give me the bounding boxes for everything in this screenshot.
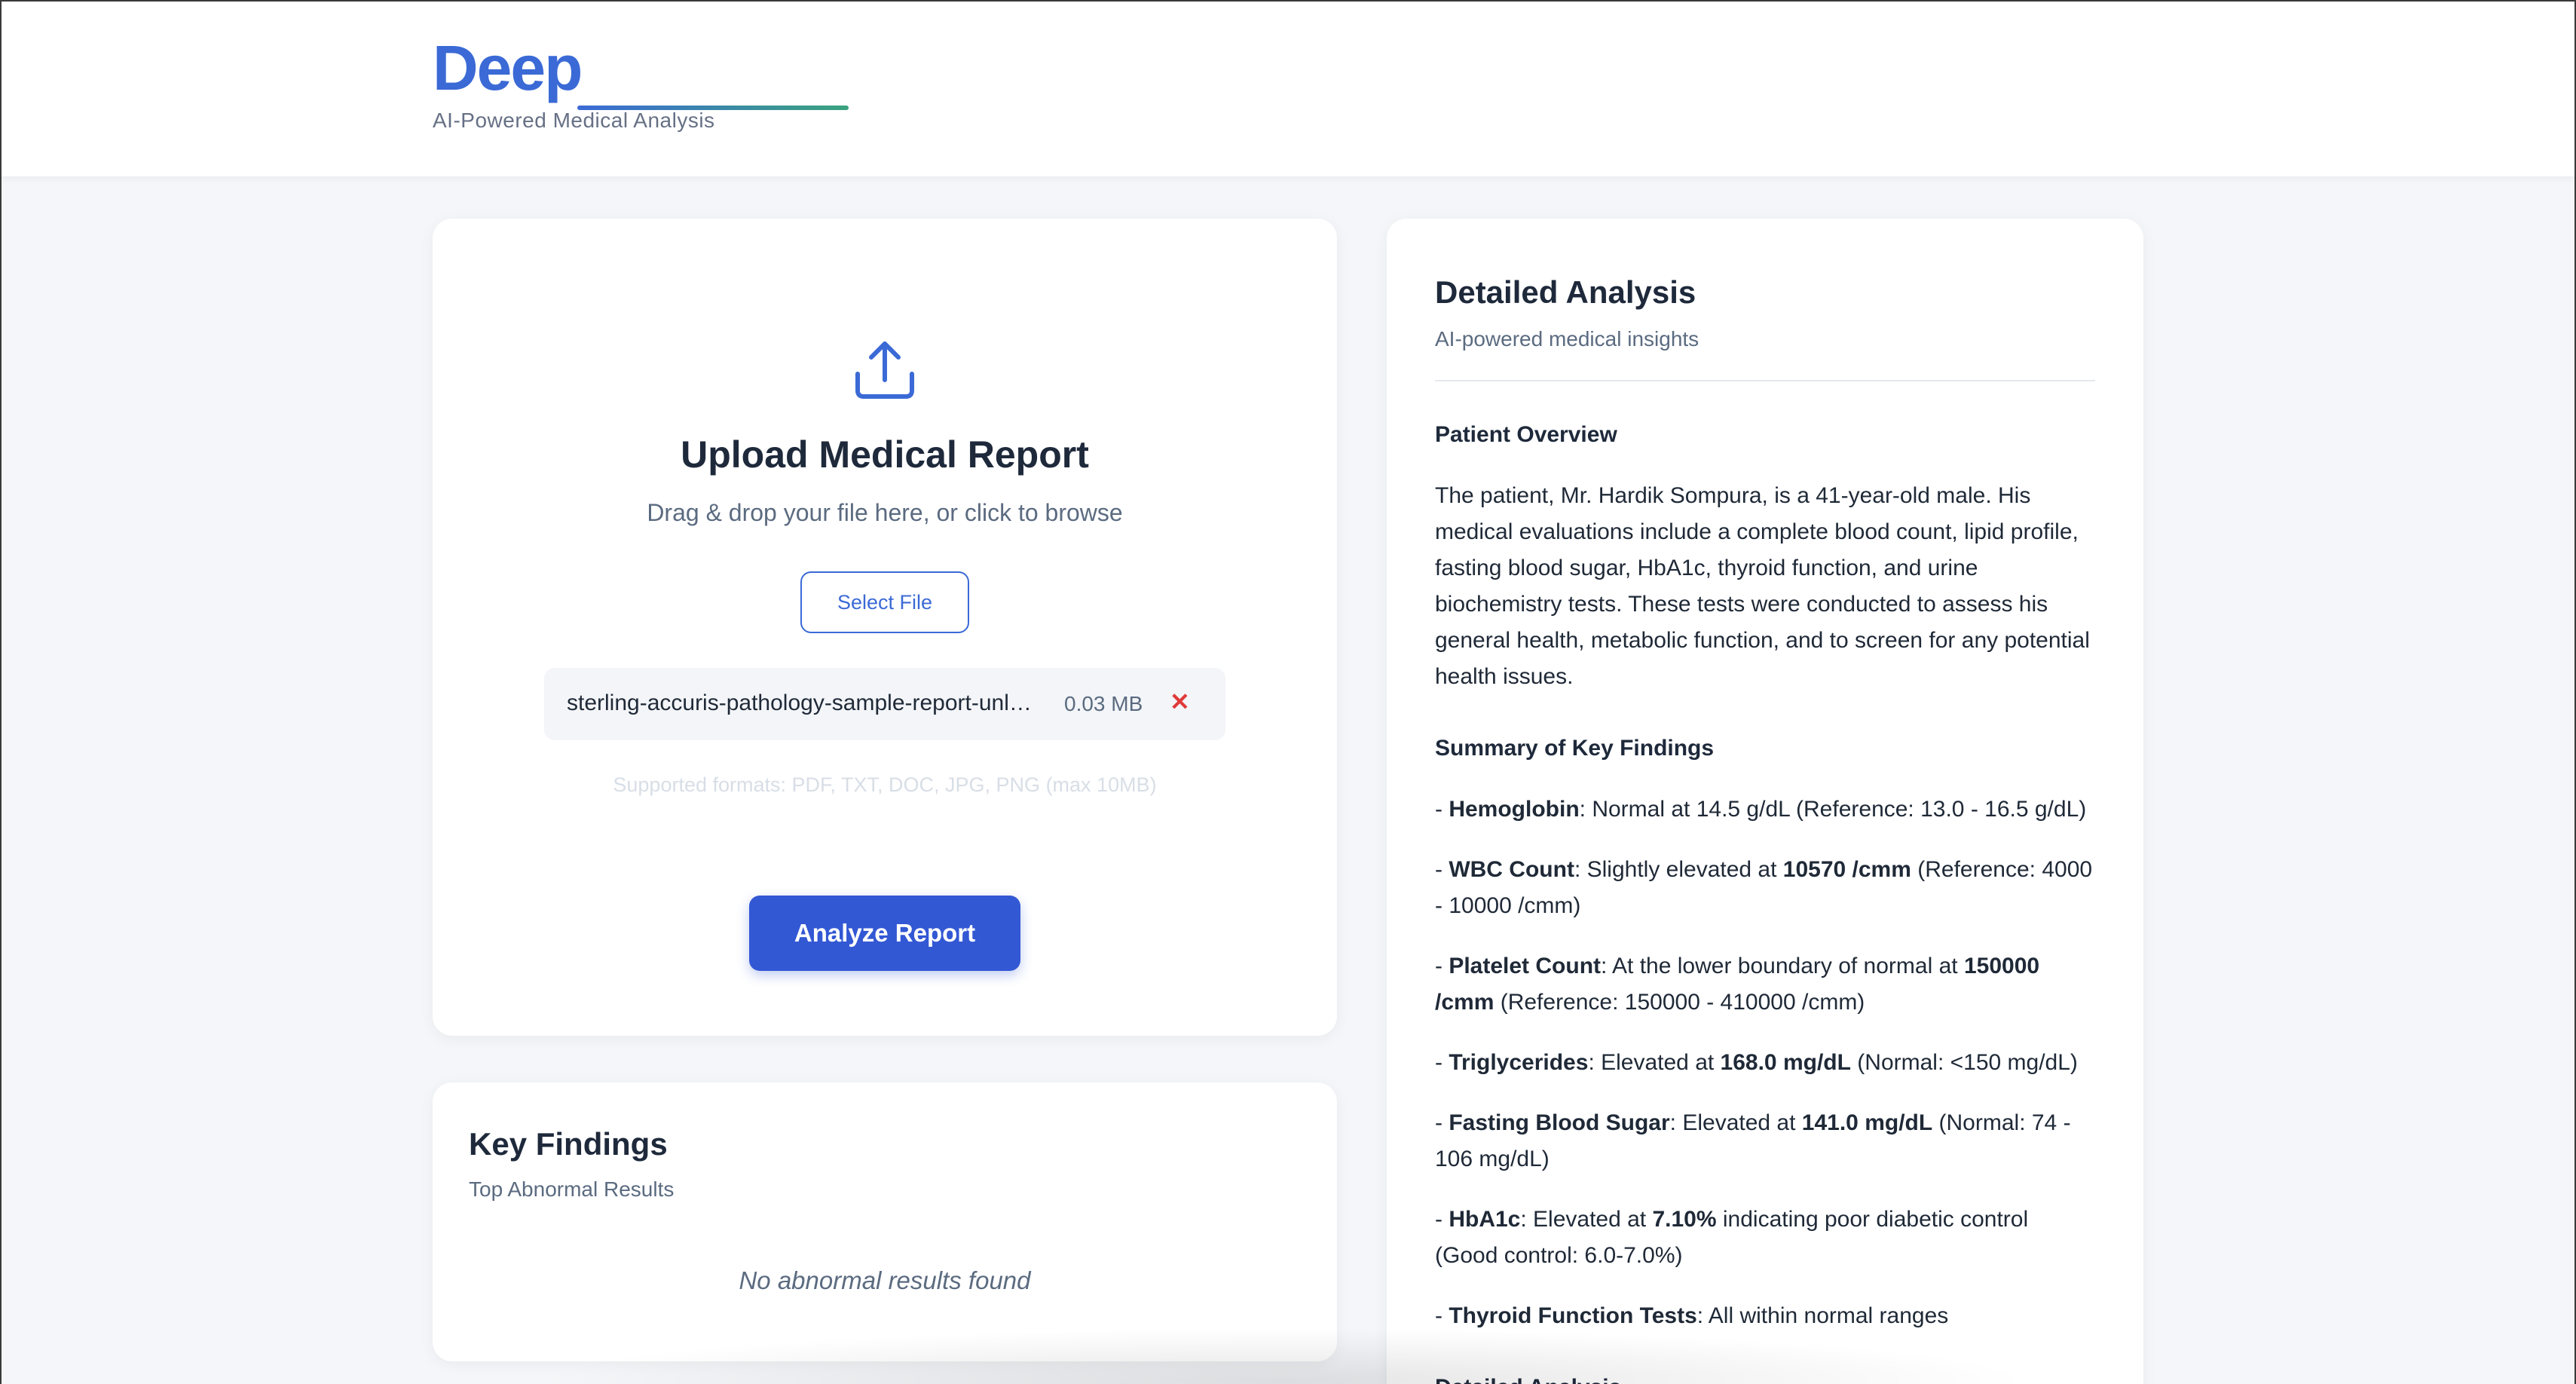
detailed-analysis-card: Detailed Analysis AI-powered medical ins… — [1387, 219, 2143, 1384]
summary-heading: Summary of Key Findings — [1435, 736, 1715, 761]
tagline: AI-Powered Medical Analysis — [433, 109, 715, 132]
remove-file-icon[interactable]: ✕ — [1170, 687, 1190, 716]
finding-label: Platelet Count — [1449, 954, 1602, 978]
finding-value: 141.0 mg/dL — [1801, 1110, 1933, 1135]
upload-dropzone[interactable]: Upload Medical Report Drag & drop your f… — [433, 219, 1337, 1036]
patient-overview-heading: Patient Overview — [1435, 422, 1617, 447]
finding-label: Triglycerides — [1449, 1050, 1589, 1075]
overview-line: health issues. — [1435, 664, 1574, 689]
key-findings-card: Key Findings Top Abnormal Results No abn… — [433, 1082, 1337, 1361]
logo[interactable]: Deep — [433, 32, 583, 105]
finding-item: - Hemoglobin: Normal at 14.5 g/dL (Refer… — [1435, 792, 2095, 828]
finding-reference: (Normal: <150 mg/dL) — [1850, 1050, 2078, 1075]
finding-reference: (Reference: 150000 - 410000 /cmm) — [1494, 990, 1865, 1015]
selected-file: sterling-accuris-pathology-sample-report… — [544, 668, 1225, 740]
upload-title: Upload Medical Report — [681, 433, 1089, 476]
select-file-button[interactable]: Select File — [800, 571, 969, 633]
finding-item: - HbA1c: Elevated at 7.10% indicating po… — [1435, 1202, 2095, 1274]
upload-icon — [855, 341, 914, 399]
finding-prefix: - — [1435, 954, 1449, 978]
finding-prefix: - — [1435, 1303, 1449, 1328]
file-size: 0.03 MB — [1064, 692, 1143, 715]
overview-line: fasting blood sugar, HbA1c, thyroid func… — [1435, 556, 1978, 580]
app-window: Deep AI-Powered Medical Analysis Upload … — [0, 0, 2576, 1384]
finding-item: - WBC Count: Slightly elevated at 10570 … — [1435, 852, 2095, 924]
detailed-analysis-heading: Detailed Analysis — [1435, 1375, 1621, 1384]
finding-prefix: - — [1435, 1050, 1449, 1075]
finding-value: 168.0 mg/dL — [1720, 1050, 1851, 1075]
analysis-title: Detailed Analysis — [1435, 274, 1696, 310]
supported-formats: Supported formats: PDF, TXT, DOC, JPG, P… — [613, 773, 1157, 796]
overview-line: biochemistry tests. These tests were con… — [1435, 592, 2048, 617]
finding-prefix: - — [1435, 1207, 1449, 1232]
key-findings-subtitle: Top Abnormal Results — [469, 1177, 675, 1201]
upload-subtitle: Drag & drop your file here, or click to … — [647, 499, 1123, 526]
finding-text: : At the lower boundary of normal at — [1601, 954, 1964, 978]
analyze-report-button[interactable]: Analyze Report — [749, 896, 1020, 971]
analysis-subtitle: AI-powered medical insights — [1435, 327, 1699, 351]
overview-line: The patient, Mr. Hardik Sompura, is a 41… — [1435, 483, 2031, 508]
finding-prefix: - — [1435, 857, 1449, 882]
key-findings-empty: No abnormal results found — [739, 1266, 1031, 1294]
finding-item: - Platelet Count: At the lower boundary … — [1435, 948, 2095, 1021]
finding-label: Thyroid Function Tests — [1449, 1303, 1697, 1328]
finding-label: HbA1c — [1449, 1207, 1521, 1232]
finding-item: - Fasting Blood Sugar: Elevated at 141.0… — [1435, 1105, 2095, 1177]
divider — [1435, 380, 2095, 381]
header: Deep AI-Powered Medical Analysis — [2, 2, 2574, 176]
finding-text: : Normal at 14.5 g/dL (Reference: 13.0 -… — [1579, 797, 2087, 822]
key-findings-title: Key Findings — [469, 1126, 668, 1162]
patient-overview-text: The patient, Mr. Hardik Sompura, is a 41… — [1435, 478, 2095, 695]
overview-line: medical evaluations include a complete b… — [1435, 519, 2079, 544]
finding-item: - Triglycerides: Elevated at 168.0 mg/dL… — [1435, 1045, 2095, 1081]
finding-text: : All within normal ranges — [1696, 1303, 1949, 1328]
finding-text: : Elevated at — [1588, 1050, 1721, 1075]
file-name: sterling-accuris-pathology-sample-report… — [567, 690, 1032, 715]
finding-item: - Thyroid Function Tests: All within nor… — [1435, 1298, 2095, 1334]
finding-value: 10570 /cmm — [1782, 857, 1911, 882]
finding-value: 7.10% — [1652, 1207, 1717, 1232]
finding-label: Fasting Blood Sugar — [1449, 1110, 1670, 1135]
finding-prefix: - — [1435, 1110, 1449, 1135]
finding-text: : Elevated at — [1520, 1207, 1653, 1232]
finding-label: Hemoglobin — [1449, 797, 1580, 822]
finding-text: : Elevated at — [1669, 1110, 1802, 1135]
overview-line: general health, metabolic function, and … — [1435, 628, 2090, 653]
finding-prefix: - — [1435, 797, 1449, 822]
finding-label: WBC Count — [1449, 857, 1574, 882]
finding-text: : Slightly elevated at — [1574, 857, 1783, 882]
